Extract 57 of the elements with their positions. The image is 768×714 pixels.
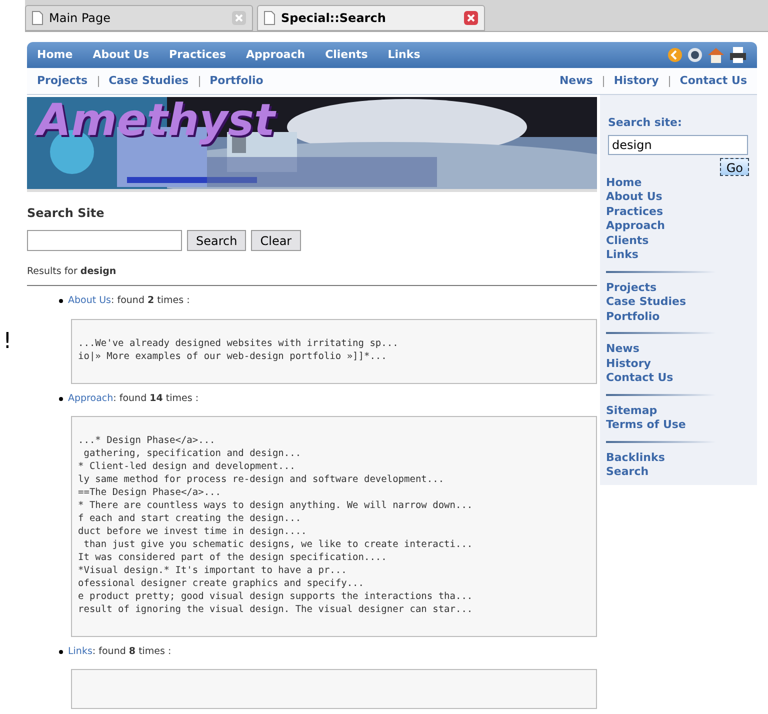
snippet-text: ...We've already designed websites with irritating sp... io|» More examples of our web-design portfolio »]]*... bbox=[78, 336, 400, 362]
back-icon[interactable] bbox=[667, 47, 683, 63]
go-button[interactable]: Go bbox=[720, 158, 749, 176]
stray-mark: ! bbox=[3, 328, 12, 356]
sidebar-link[interactable]: News bbox=[606, 342, 751, 356]
page-icon bbox=[264, 11, 275, 25]
result-count: : found 14 times : bbox=[113, 392, 199, 404]
nav-link[interactable]: Case Studies bbox=[108, 72, 189, 90]
nav-link[interactable]: About Us bbox=[92, 46, 150, 64]
search-label: Search site: bbox=[607, 115, 683, 131]
result-count: : found 8 times : bbox=[92, 646, 172, 657]
nav-link[interactable]: Clients bbox=[325, 46, 368, 64]
sidebar-link[interactable]: Case Studies bbox=[606, 295, 751, 310]
bullet-icon bbox=[59, 396, 63, 401]
sidebar-link[interactable]: Approach bbox=[606, 219, 751, 234]
nav-link[interactable]: Home bbox=[37, 46, 73, 64]
sidebar-link[interactable]: Links bbox=[606, 248, 751, 262]
sidebar-link[interactable]: Portfolio bbox=[606, 310, 751, 324]
nav-link[interactable]: Approach bbox=[246, 46, 306, 64]
home-icon[interactable] bbox=[707, 47, 725, 63]
clear-button[interactable]: Clear bbox=[251, 230, 301, 251]
sidebar-link[interactable]: History bbox=[606, 356, 751, 371]
sidebar-link[interactable]: Contact Us bbox=[606, 371, 751, 386]
nav-link[interactable]: History bbox=[614, 72, 659, 90]
search-field[interactable] bbox=[27, 230, 182, 251]
result-count: : found 2 times : bbox=[111, 295, 190, 306]
result-link[interactable]: About Us bbox=[68, 295, 112, 306]
browser-tab[interactable]: Main Page bbox=[25, 5, 253, 31]
nav-link[interactable]: Contact Us bbox=[680, 72, 747, 90]
result-link[interactable]: Links bbox=[68, 646, 92, 657]
snippet-text: ...* Design Phase</a>... gathering, specification and design... * Client-led design and development... ly same method for process re-design and software development... ==The Design Phase</a>... * There are countless ways to design anything. We will narrow down... f each and start creating the design... duct before we invest time in design.... than just give you schematic designs, we like to create interacti... It was considered part of the design specification.... *Visual design.* It's important to have a pr... ofessional designer create graphics and specify... e product pretty; good visual design supports the interactions tha... result of ignoring the visual design. The visual designer can star... bbox=[78, 434, 474, 616]
sidebar-link[interactable]: Backlinks bbox=[606, 450, 751, 465]
sidebar-link[interactable]: Home bbox=[606, 176, 751, 190]
sidebar-link[interactable]: Projects bbox=[606, 280, 751, 295]
sidebar-link[interactable]: Sitemap bbox=[606, 404, 751, 418]
close-icon[interactable] bbox=[464, 11, 478, 25]
sidebar-link[interactable]: Search bbox=[606, 465, 751, 480]
nav-link[interactable]: Portfolio bbox=[210, 72, 264, 90]
sidebar-link[interactable]: Practices bbox=[606, 204, 751, 219]
nav-link[interactable]: Practices bbox=[169, 46, 226, 64]
section-heading: Search Site bbox=[27, 205, 106, 222]
bullet-icon bbox=[59, 299, 63, 304]
nav-link[interactable]: Projects bbox=[37, 72, 88, 90]
page-icon bbox=[32, 11, 43, 25]
browser-tab[interactable]: Special::Search bbox=[257, 5, 485, 31]
settings-icon[interactable] bbox=[687, 47, 703, 63]
sidebar-link[interactable]: Terms of Use bbox=[606, 418, 751, 432]
sidebar-link[interactable]: Clients bbox=[606, 234, 751, 248]
bullet-icon bbox=[59, 650, 63, 654]
printer-icon[interactable] bbox=[729, 47, 747, 63]
sidebar-search-field[interactable]: design bbox=[608, 134, 748, 154]
search-button[interactable]: Search bbox=[187, 230, 246, 251]
nav-link[interactable]: Links bbox=[388, 46, 420, 64]
nav-link[interactable]: News bbox=[559, 72, 593, 90]
sidebar-link[interactable]: About Us bbox=[606, 190, 751, 204]
result-link[interactable]: Approach bbox=[68, 392, 114, 404]
results-summary: Results for design bbox=[27, 265, 597, 286]
